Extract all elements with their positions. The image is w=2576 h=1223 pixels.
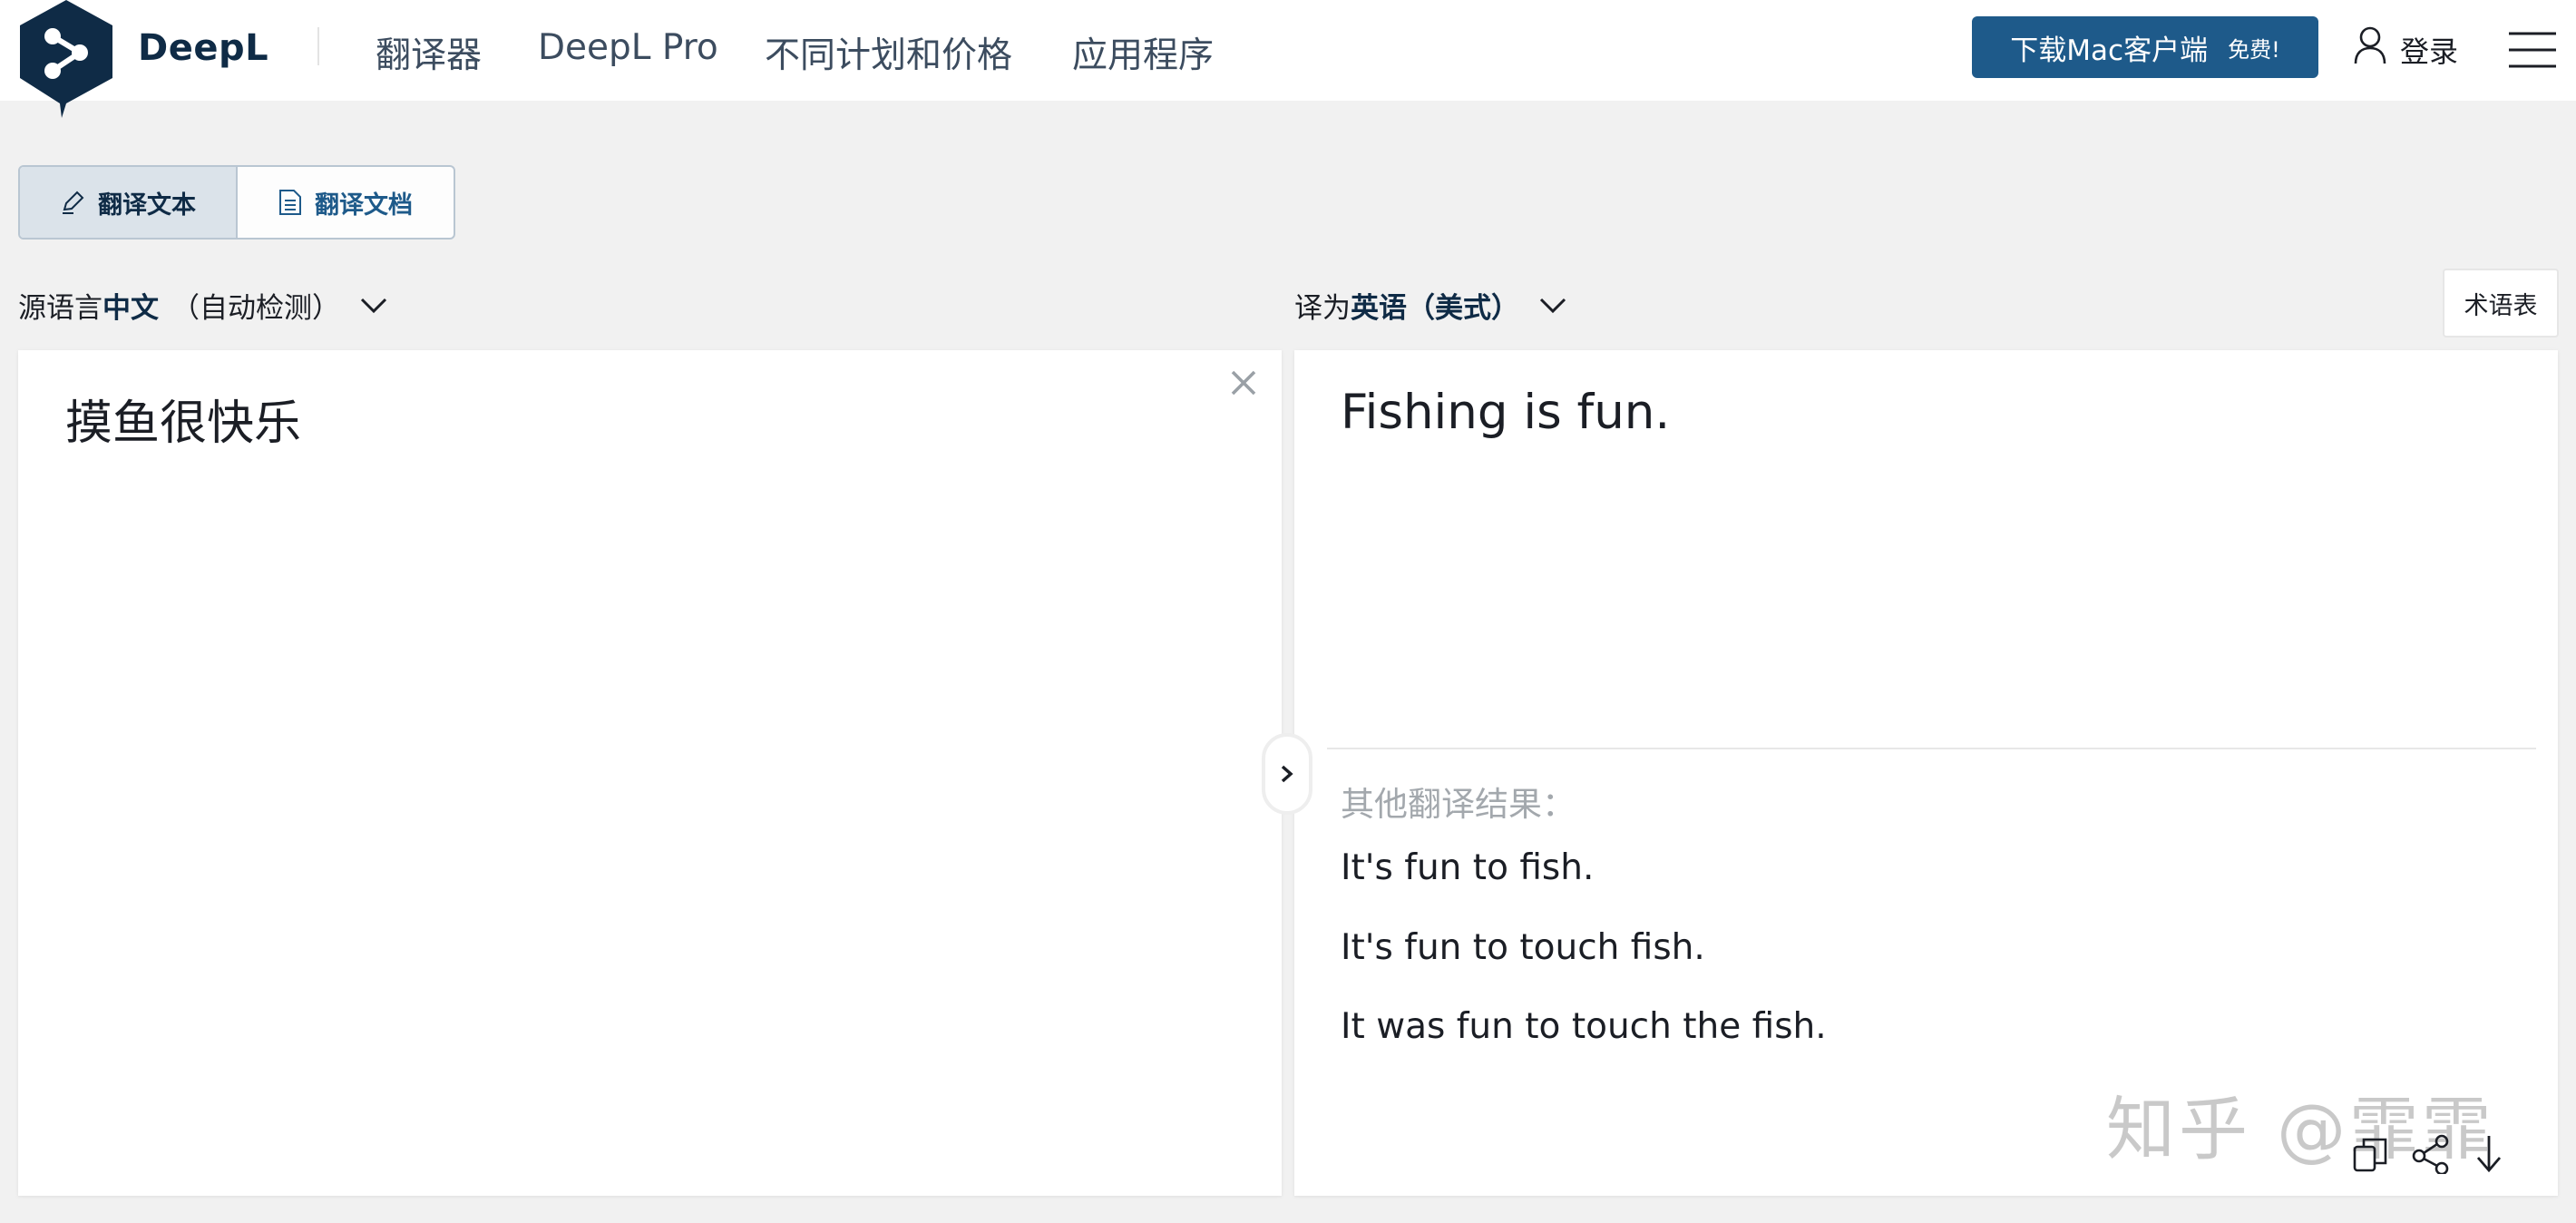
alternative-translation[interactable]: It's fun to touch fish. [1341,927,1705,968]
top-header: DeepL 翻译器 DeepL Pro 不同计划和价格 应用程序 下载Mac客户… [0,0,2576,118]
chevron-right-icon [1281,765,1293,783]
download-mac-button[interactable]: 下载Mac客户端 免费! [1972,16,2318,78]
download-icon[interactable] [2469,1134,2509,1174]
alternatives-heading: 其他翻译结果： [1341,785,1576,824]
nav-pricing[interactable]: 不同计划和价格 [765,27,1012,78]
glossary-button[interactable]: 术语表 [2443,269,2559,338]
pen-icon [63,191,84,214]
tab-translate-text-label: 翻译文本 [98,191,196,220]
share-icon[interactable] [2411,1134,2451,1174]
target-language-name: 英语（美式） [1351,292,1519,325]
tab-translate-document[interactable]: 翻译文档 [238,167,454,238]
nav-apps[interactable]: 应用程序 [1072,27,1214,78]
source-text-panel[interactable]: 摸鱼很快乐 [18,350,1282,1196]
translation-output[interactable]: Fishing is fun. [1341,385,1670,440]
tab-translate-text[interactable]: 翻译文本 [20,167,238,238]
target-language-prefix: 译为 [1294,292,1351,325]
source-text-input[interactable]: 摸鱼很快乐 [65,385,301,453]
source-language-autodetect: （自动检测） [171,292,340,325]
mode-tabs: 翻译文本 翻译文档 [18,165,455,240]
document-icon [279,190,301,215]
source-language-prefix: 源语言 [18,292,102,325]
chevron-down-icon [1539,298,1566,313]
clear-text-icon[interactable] [1227,367,1260,399]
nav-deepl-pro[interactable]: DeepL Pro [538,27,718,68]
header-divider [317,27,319,65]
download-button-badge: 免费! [2228,36,2280,63]
source-language-selector[interactable]: 源语言 中文 （自动检测） [18,285,387,326]
user-icon[interactable] [2353,25,2387,65]
alternatives-divider [1327,748,2536,749]
hamburger-menu-icon[interactable] [2509,31,2556,69]
login-link[interactable]: 登录 [2400,29,2458,71]
source-language-name: 中文 [102,292,159,325]
tab-translate-document-label: 翻译文档 [315,191,413,220]
translation-panel: Fishing is fun. 其他翻译结果： It's fun to fish… [1294,350,2558,1196]
swap-languages-button[interactable] [1262,733,1312,815]
nav-translator[interactable]: 翻译器 [376,27,482,78]
chevron-down-icon [360,298,387,313]
copy-icon[interactable] [2351,1134,2391,1174]
alternative-translation[interactable]: It was fun to touch the fish. [1341,1006,1827,1047]
brand-name[interactable]: DeepL [138,27,268,69]
alternative-translation[interactable]: It's fun to fish. [1341,847,1594,888]
target-language-selector[interactable]: 译为 英语（美式） [1294,285,1566,326]
download-button-label: 下载Mac客户端 [2010,34,2209,67]
deepl-logo[interactable] [16,0,116,118]
